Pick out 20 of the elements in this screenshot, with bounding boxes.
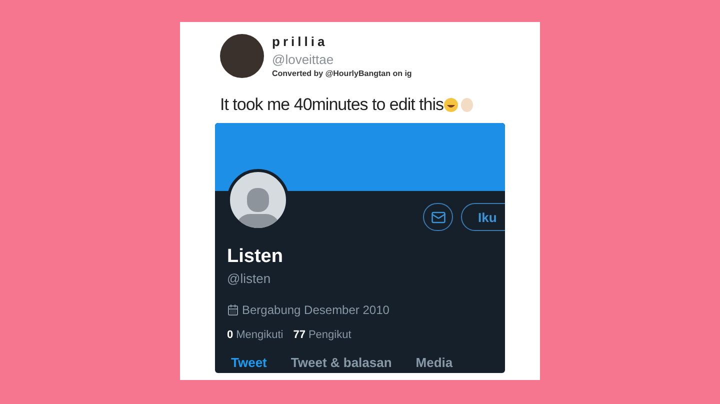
stat-count: 77 <box>293 328 306 342</box>
stat-label: Pengikut <box>308 328 352 342</box>
calendar-icon <box>227 304 239 316</box>
join-date: Bergabung Desember 2010 <box>242 302 390 318</box>
mail-icon <box>430 210 446 225</box>
tweet-text: It took me 40minutes to edit this <box>220 94 444 116</box>
avatar <box>220 34 264 78</box>
laughing-face-icon <box>444 98 458 112</box>
profile-name: Listen <box>227 245 284 269</box>
stat-count: 0 <box>227 328 234 342</box>
profile-tab[interactable]: Media <box>416 353 453 372</box>
display-name: prillia <box>272 33 329 51</box>
profile-tab[interactable]: Tweet <box>231 353 267 372</box>
stat-label: Mengikuti <box>236 328 284 342</box>
message-button[interactable] <box>423 203 453 232</box>
profile-tab[interactable]: Tweet & balasan <box>290 353 392 372</box>
user-handle: @loveittae <box>272 52 335 68</box>
profile-handle: @listen <box>227 270 272 288</box>
follow-button[interactable]: Iku <box>461 203 505 232</box>
credit-text: Converted by @HourlyBangtan on ig <box>272 68 412 80</box>
